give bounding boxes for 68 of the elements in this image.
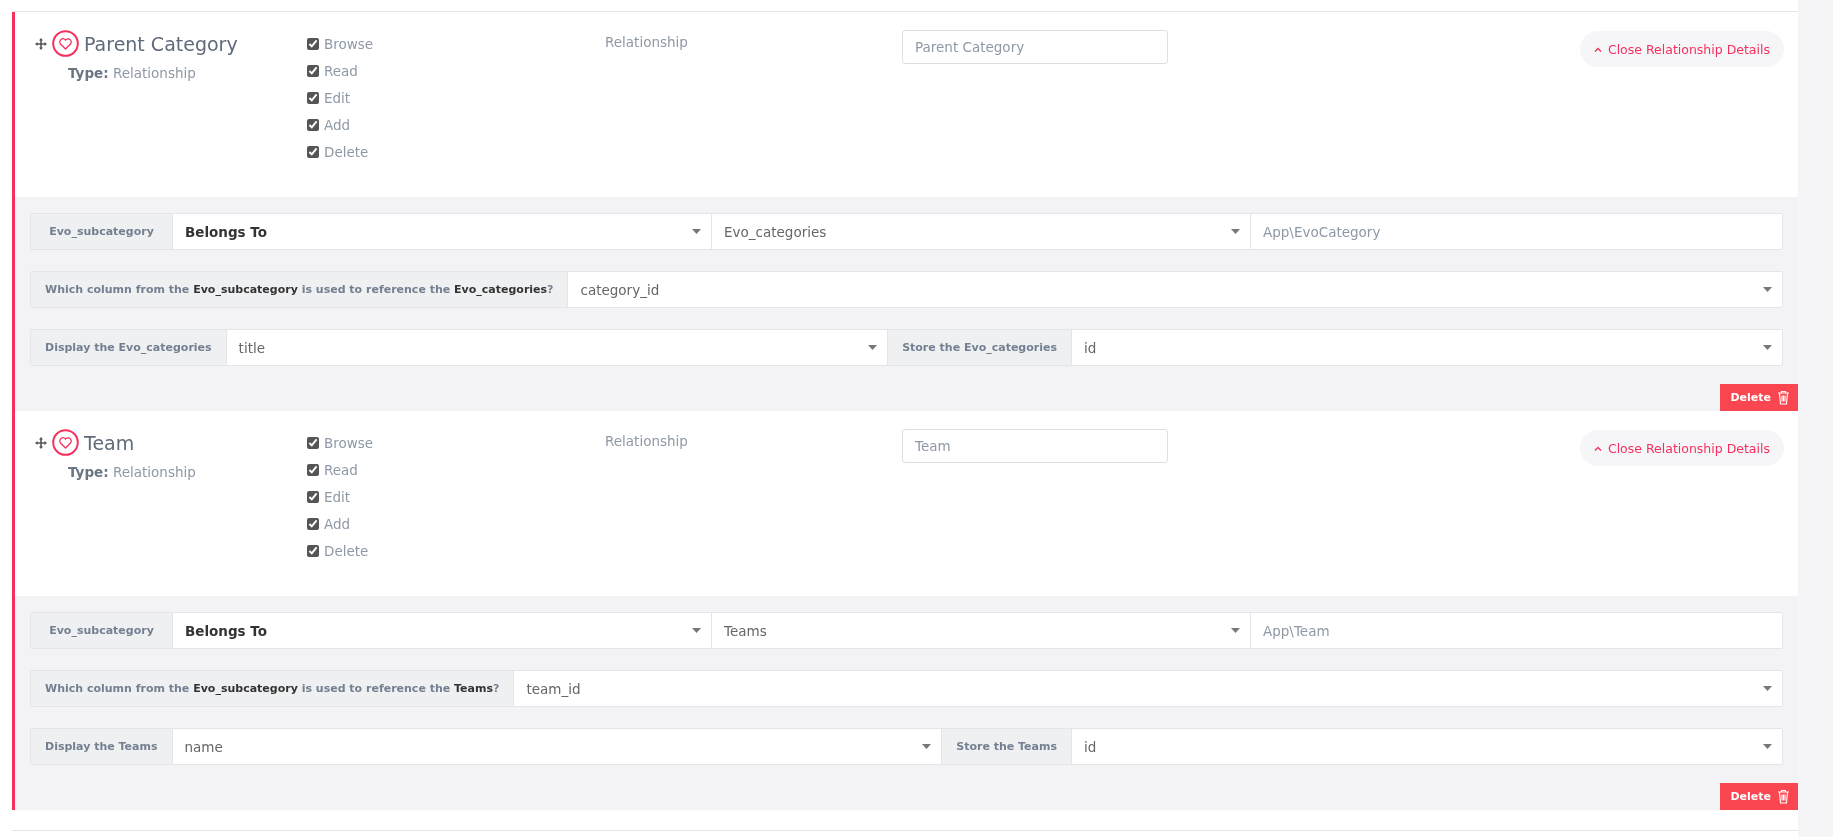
checkbox[interactable] xyxy=(307,491,319,503)
checkbox-label: Delete xyxy=(324,144,369,160)
trash-icon xyxy=(1777,390,1790,405)
column-select[interactable]: category_id xyxy=(567,272,1782,307)
field-type-text: Type: Relationship xyxy=(68,65,197,81)
target-table-select[interactable]: Evo_categories xyxy=(711,214,1250,249)
field-type-label: Relationship xyxy=(605,433,688,449)
source-table-label: Evo_subcategory xyxy=(31,613,172,648)
move-icon[interactable] xyxy=(35,37,47,50)
field-type-label: Relationship xyxy=(605,34,688,50)
checkbox-label: Browse xyxy=(324,435,374,451)
display-label: Display the Teams xyxy=(31,729,172,764)
display-column-select[interactable]: title xyxy=(225,330,888,365)
model-field[interactable]: App\EvoCategory xyxy=(1250,214,1782,249)
close-details-button[interactable]: Close Relationship Details xyxy=(1579,430,1784,466)
display-name-field[interactable]: Parent Category xyxy=(902,30,1168,64)
field-title: Parent Category xyxy=(84,32,238,55)
store-label: Store the Evo_categories xyxy=(887,330,1071,365)
caret-icon xyxy=(868,345,878,350)
store-column-select[interactable]: id xyxy=(1071,330,1782,365)
caret-icon xyxy=(692,229,701,234)
checkbox-label: Read xyxy=(324,462,358,478)
caret-icon xyxy=(1763,744,1772,749)
checkbox-label: Add xyxy=(324,516,351,532)
column-question-label: Which column from the Evo_subcategory is used to reference the Evo_categories? xyxy=(31,272,568,307)
caret-icon xyxy=(1763,686,1772,691)
caret-icon xyxy=(1231,628,1240,633)
column-question-label: Which column from the Evo_subcategory is used to reference the Teams? xyxy=(31,671,514,706)
caret-icon xyxy=(692,628,701,633)
checkbox-label: Edit xyxy=(324,90,351,106)
relation-type-select[interactable]: Belongs To xyxy=(172,214,711,249)
checkbox[interactable] xyxy=(307,92,319,104)
checkbox-label: Read xyxy=(324,63,358,79)
delete-button[interactable]: Delete xyxy=(1720,384,1798,411)
field-type-text: Type: Relationship xyxy=(68,464,197,480)
chevron-up-icon xyxy=(1593,46,1602,52)
close-details-button[interactable]: Close Relationship Details xyxy=(1579,31,1784,67)
checkbox[interactable] xyxy=(307,437,319,449)
display-name-field[interactable]: Team xyxy=(902,429,1168,463)
checkbox[interactable] xyxy=(307,464,319,476)
source-table-label: Evo_subcategory xyxy=(31,214,172,249)
checkbox[interactable] xyxy=(307,545,319,557)
trash-icon xyxy=(1777,789,1790,804)
model-field[interactable]: App\Team xyxy=(1250,613,1782,648)
move-icon[interactable] xyxy=(35,436,47,449)
store-column-select[interactable]: id xyxy=(1071,729,1782,764)
field-title: Team xyxy=(84,431,135,454)
target-table-select[interactable]: Teams xyxy=(711,613,1250,648)
display-label: Display the Evo_categories xyxy=(31,330,226,365)
checkbox[interactable] xyxy=(307,518,319,530)
checkbox-label: Add xyxy=(324,117,351,133)
caret-icon xyxy=(1763,345,1772,350)
checkbox[interactable] xyxy=(307,146,319,158)
checkbox[interactable] xyxy=(307,38,319,50)
display-column-select[interactable]: name xyxy=(171,729,942,764)
caret-icon xyxy=(1763,287,1772,292)
caret-icon xyxy=(922,744,932,749)
chevron-up-icon xyxy=(1593,445,1602,451)
relation-type-select[interactable]: Belongs To xyxy=(172,613,711,648)
checkbox-label: Delete xyxy=(324,543,369,559)
column-select[interactable]: team_id xyxy=(513,671,1782,706)
checkbox[interactable] xyxy=(307,65,319,77)
checkbox[interactable] xyxy=(307,119,319,131)
caret-icon xyxy=(1231,229,1240,234)
checkbox-label: Edit xyxy=(324,489,351,505)
checkbox-label: Browse xyxy=(324,36,374,52)
store-label: Store the Teams xyxy=(941,729,1071,764)
delete-button[interactable]: Delete xyxy=(1720,783,1798,810)
